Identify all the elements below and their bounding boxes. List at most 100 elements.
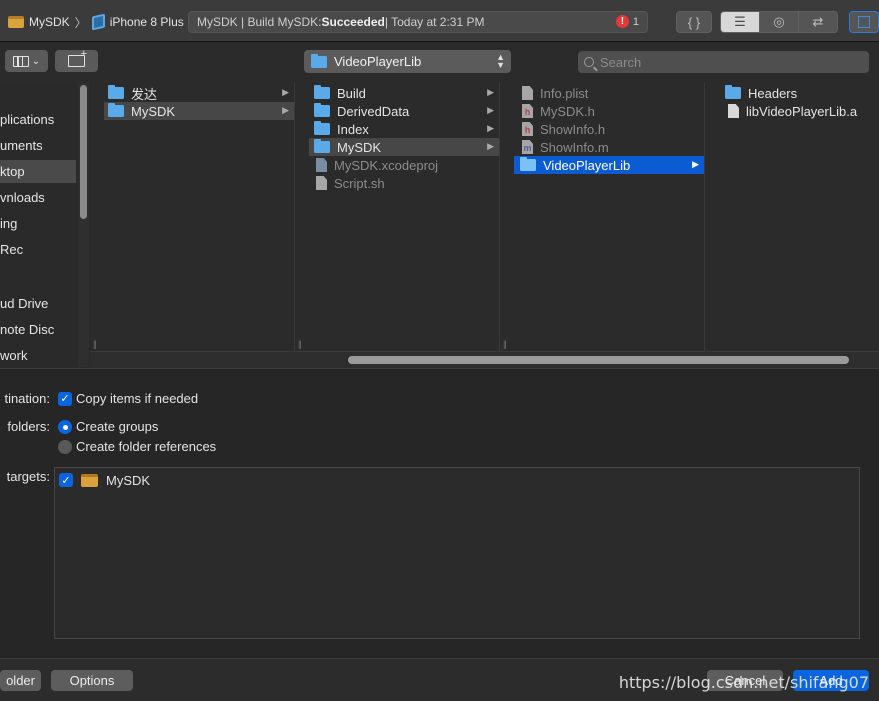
sidebar-item-label: ud Drive: [0, 296, 49, 311]
folder-icon: [725, 85, 741, 99]
folder-icon: [314, 85, 330, 99]
xcodeproj-icon: [316, 158, 327, 172]
activity-status: Succeeded: [321, 15, 385, 29]
create-folder-references-label[interactable]: Create folder references: [76, 439, 216, 454]
header-file-icon: h: [522, 122, 533, 136]
row-label: Index: [337, 121, 369, 137]
file-row[interactable]: m ShowInfo.m: [500, 138, 704, 156]
file-row[interactable]: MySDK.xcodeproj: [295, 156, 499, 174]
folder-row[interactable]: Headers: [705, 84, 879, 102]
objc-file-icon: m: [522, 140, 533, 154]
activity-viewer: MySDK | Build MySDK: Succeeded | Today a…: [188, 11, 648, 33]
search-icon: [584, 57, 594, 67]
search-placeholder: Search: [600, 54, 642, 70]
sidebar-item[interactable]: work: [0, 344, 76, 367]
row-label: ShowInfo.h: [540, 121, 606, 137]
target-toolbox-icon: [81, 473, 98, 487]
folder-icon: [311, 53, 327, 68]
sidebar: plications uments ktop vnloads ing Rec u…: [0, 83, 90, 367]
sidebar-item[interactable]: note Disc: [0, 318, 76, 341]
create-groups-radio[interactable]: [58, 420, 72, 434]
error-icon: !: [615, 15, 629, 28]
column-resize-grip[interactable]: ||: [503, 339, 507, 349]
device-name[interactable]: iPhone 8 Plus: [110, 15, 184, 29]
xcode-toolbar: MySDK 〉 iPhone 8 Plus MySDK | Build MySD…: [0, 0, 879, 42]
column-resize-grip[interactable]: ||: [298, 339, 302, 349]
folder-row[interactable]: MySDK ▶: [309, 138, 499, 156]
folder-row[interactable]: Build ▶: [295, 84, 499, 102]
updown-chevron-icon: ▲ ▼: [496, 52, 505, 70]
target-name: MySDK: [106, 472, 151, 488]
horizontal-scrollbar[interactable]: [90, 351, 879, 368]
file-row[interactable]: h MySDK.h: [500, 102, 704, 120]
device-icon: [91, 13, 105, 31]
file-row[interactable]: Info.plist: [500, 84, 704, 102]
view-mode-button[interactable]: ⌄: [5, 50, 48, 72]
sidebar-item-label: work: [0, 348, 28, 363]
navigator-toggle-button[interactable]: [849, 11, 879, 33]
copy-items-label[interactable]: Copy items if needed: [76, 391, 198, 406]
file-row[interactable]: Script.sh: [295, 174, 499, 192]
sidebar-item-label: Rec: [0, 242, 24, 257]
library-button[interactable]: { }: [676, 11, 712, 33]
editor-mode-control[interactable]: ☰ ◎ ⇄: [720, 11, 838, 33]
assistant-editor-button[interactable]: ◎: [760, 12, 799, 32]
folder-row[interactable]: MySDK ▶: [104, 102, 294, 120]
watermark: https://blog.csdn.net/shifang07: [618, 673, 869, 692]
path-popup-label: VideoPlayerLib: [334, 54, 422, 69]
error-indicator[interactable]: ! 1: [615, 15, 639, 28]
options-button[interactable]: Options: [51, 670, 133, 691]
added-folders-label: folders:: [7, 419, 50, 434]
create-folder-references-radio[interactable]: [58, 440, 72, 454]
new-folder-button[interactable]: older: [0, 670, 41, 691]
row-label: 发达: [131, 86, 158, 102]
row-label: MySDK.xcodeproj: [334, 157, 439, 173]
sidebar-item[interactable]: ing: [0, 212, 76, 235]
disclosure-arrow-icon: ▶: [282, 87, 289, 97]
folder-icon: [520, 157, 536, 171]
folder-row[interactable]: 发达 ▶: [90, 84, 294, 102]
sidebar-scrollbar[interactable]: [78, 83, 89, 367]
sidebar-item-label: vnloads: [0, 190, 45, 205]
folder-row[interactable]: VideoPlayerLib ▶: [514, 156, 704, 174]
braces-icon: { }: [687, 14, 701, 30]
add-files-sheet: ⌄ VideoPlayerLib ▲▼ Search plications um…: [0, 42, 879, 701]
lines-icon: ☰: [734, 14, 746, 29]
path-popup[interactable]: VideoPlayerLib ▲ ▼: [304, 50, 511, 73]
copy-items-checkbox[interactable]: ✓: [58, 392, 72, 406]
target-row[interactable]: ✓ MySDK: [59, 471, 150, 489]
folder-row[interactable]: DerivedData ▶: [295, 102, 499, 120]
version-editor-button[interactable]: ⇄: [799, 12, 837, 32]
column-browser: 发达 ▶ MySDK ▶ || Build ▶ DerivedData ▶ In…: [90, 83, 879, 368]
browser-column: 发达 ▶ MySDK ▶ ||: [90, 83, 295, 351]
create-groups-label[interactable]: Create groups: [76, 419, 158, 434]
new-folder-icon-button[interactable]: [55, 48, 98, 72]
row-label: DerivedData: [337, 103, 410, 119]
standard-editor-button[interactable]: ☰: [721, 12, 760, 32]
sidebar-item[interactable]: vnloads: [0, 186, 76, 209]
sidebar-item[interactable]: ud Drive: [0, 292, 76, 315]
sidebar-item[interactable]: plications: [0, 108, 76, 131]
target-checkbox[interactable]: ✓: [59, 473, 73, 487]
sidebar-item-label: plications: [0, 112, 55, 127]
disclosure-arrow-icon: ▶: [487, 87, 494, 97]
row-label: libVideoPlayerLib.a: [746, 103, 858, 119]
radio-dot-icon: [62, 424, 68, 430]
folder-row[interactable]: Index ▶: [295, 120, 499, 138]
sidebar-item[interactable]: Rec: [0, 238, 76, 261]
scheme-selector[interactable]: MySDK 〉 iPhone 8 Plus: [8, 11, 184, 33]
sidebar-item[interactable]: ktop: [0, 160, 76, 183]
file-row[interactable]: libVideoPlayerLib.a: [705, 102, 879, 120]
search-field[interactable]: Search: [578, 51, 869, 73]
sidebar-item[interactable]: uments: [0, 134, 76, 157]
column-resize-grip[interactable]: ||: [93, 339, 97, 349]
scrollbar-thumb[interactable]: [80, 85, 87, 219]
browser-column: Build ▶ DerivedData ▶ Index ▶ MySDK ▶ My…: [295, 83, 500, 351]
sidebar-item-label: uments: [0, 138, 43, 153]
sidebar-item-label: note Disc: [0, 322, 55, 337]
rings-icon: ◎: [773, 14, 785, 29]
scrollbar-thumb[interactable]: [348, 356, 849, 364]
folder-icon: [108, 103, 124, 117]
file-row[interactable]: h ShowInfo.h: [500, 120, 704, 138]
new-folder-label: older: [6, 673, 35, 688]
